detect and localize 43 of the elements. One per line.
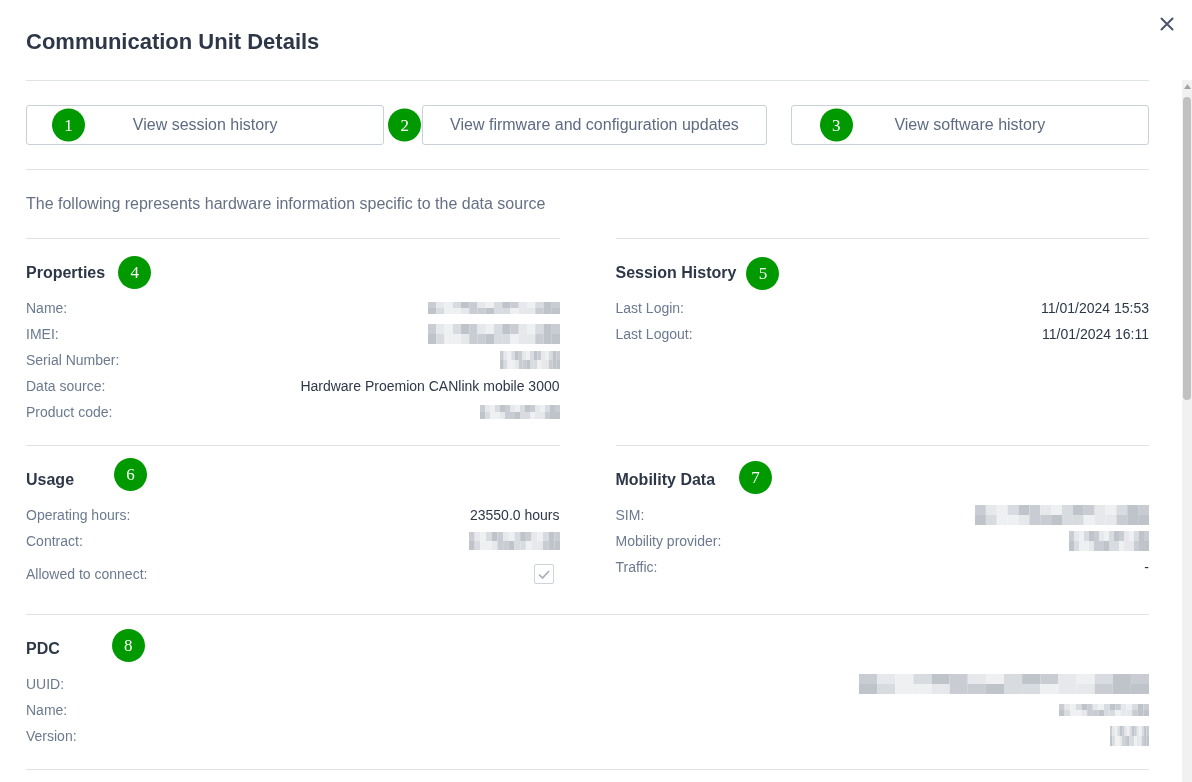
pixelated-block	[1110, 726, 1149, 746]
section-title: Mobility Data	[615, 470, 716, 490]
field-label: Name:	[26, 700, 68, 720]
field-label: IMEI:	[26, 324, 59, 344]
field-value: 11/01/2024 15:53	[1041, 298, 1149, 318]
close-button[interactable]	[1159, 16, 1175, 32]
field-label: UUID:	[26, 674, 65, 694]
number-badge: 4	[118, 255, 152, 289]
description-text: The following represents hardware information specific to the data source	[26, 194, 547, 214]
field-label: Traffic:	[615, 557, 658, 577]
field-label: Product code:	[26, 402, 113, 422]
scrollbar-thumb[interactable]	[1183, 97, 1191, 400]
scrollbar[interactable]	[1182, 80, 1192, 782]
number-badge: 5	[746, 257, 780, 290]
scroll-up-arrow-icon[interactable]	[1183, 84, 1191, 89]
section-title: Properties	[26, 263, 106, 283]
number-badge: 7	[739, 460, 773, 494]
section-title: Usage	[26, 470, 75, 490]
field-value: Hardware Proemion CANlink mobile 3000	[300, 376, 560, 396]
checkmark-icon	[537, 569, 550, 579]
field-label: Data source:	[26, 376, 106, 396]
pixelated-block	[499, 351, 560, 369]
field-label: Version:	[26, 726, 77, 746]
field-label: Allowed to connect:	[26, 564, 148, 584]
section-title: Session History	[615, 263, 737, 283]
field-value: 23550.0 hours	[469, 505, 560, 525]
field-label: Last Login:	[615, 298, 684, 318]
field-label: Contract:	[26, 531, 83, 551]
close-icon	[1160, 17, 1174, 31]
action-button[interactable]: View firmware and configuration updates	[422, 105, 767, 145]
number-badge: 2	[388, 108, 422, 142]
field-value: -	[1144, 557, 1149, 577]
dialog-title: Communication Unit Details	[25, 28, 320, 56]
field-label: SIM:	[615, 505, 645, 525]
field-label: Last Logout:	[615, 324, 693, 344]
field-label: Serial Number:	[26, 350, 120, 370]
field-label: Name:	[26, 298, 68, 318]
field-label: Mobility provider:	[615, 531, 722, 551]
field-label: Operating hours:	[26, 505, 131, 525]
number-badge: 8	[111, 628, 145, 662]
section-title: PDC	[26, 639, 60, 659]
field-value: 11/01/2024 16:11	[1042, 324, 1149, 344]
number-badge: 6	[114, 457, 148, 491]
